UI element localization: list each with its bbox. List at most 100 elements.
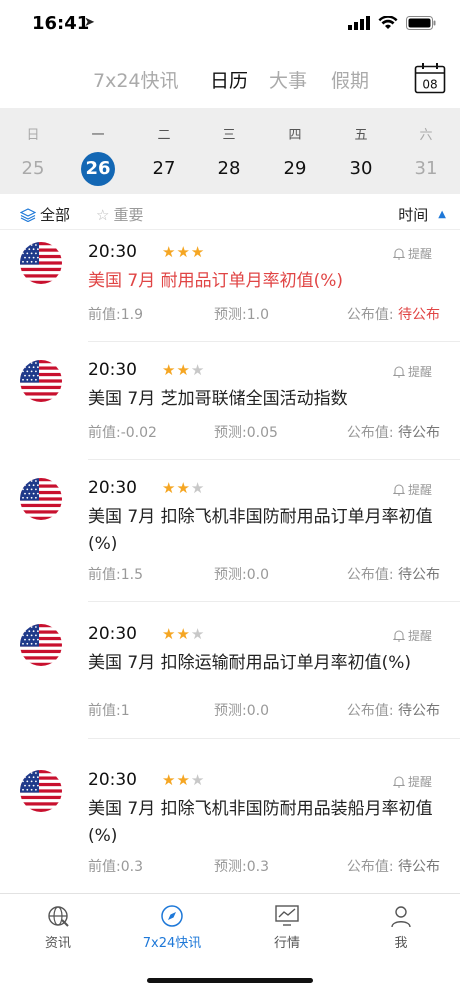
bell-icon	[392, 248, 405, 260]
day-number: 25	[21, 158, 45, 179]
publish-label: 公布值:	[346, 307, 394, 323]
event-values: 前值:1.5 预测:0.0 公布值: 待公布	[88, 564, 440, 584]
weekday-label: 二	[157, 128, 171, 143]
day-number: 29	[283, 158, 307, 179]
publish-status: 待公布	[398, 703, 440, 719]
sort-time[interactable]: 时间 ▲	[398, 204, 446, 225]
bottom-tab-news[interactable]: 资讯	[12, 904, 104, 951]
remind-label: 提醒	[407, 365, 432, 379]
sort-label: 时间	[398, 206, 429, 224]
remind-button[interactable]: 提醒	[392, 481, 432, 498]
divider	[88, 341, 460, 342]
publish-label: 公布值:	[346, 567, 394, 583]
previous-label: 前值:	[88, 859, 121, 875]
tab-calendar[interactable]: 日历	[210, 66, 248, 93]
us-flag-icon	[20, 478, 62, 520]
star-icon: ★	[176, 479, 191, 497]
sort-arrow-icon: ▲	[438, 209, 446, 220]
event-values: 前值:1.9 预测:1.0 公布值: 待公布	[88, 304, 440, 324]
previous-label: 前值:	[88, 425, 121, 441]
forecast-label: 预测:	[214, 307, 247, 323]
star-icon: ★	[176, 771, 191, 789]
importance-stars: ★★★	[162, 771, 205, 789]
bottom-tab-7x24[interactable]: 7x24快讯	[126, 904, 218, 951]
tab-7x24[interactable]: 7x24快讯	[93, 66, 179, 93]
publish-value: 公布值: 待公布	[347, 422, 440, 442]
day-number: 28	[217, 158, 241, 179]
weekday-label: 四	[288, 128, 302, 143]
forecast-label: 预测:	[214, 425, 247, 441]
event-values: 前值:-0.02 预测:0.05 公布值: 待公布	[88, 422, 440, 442]
forecast-number: 0.0	[246, 703, 269, 719]
previous-number: -0.02	[120, 425, 157, 441]
event-time: 20:30	[88, 360, 137, 380]
star-icon: ★	[190, 479, 206, 497]
filter-important[interactable]: ☆ 重要	[96, 204, 143, 225]
filter-all[interactable]: 全部	[20, 204, 70, 225]
filter-important-label: 重要	[113, 206, 144, 224]
top-nav: 7x24快讯 日历 大事 假期	[0, 60, 460, 100]
previous-number: 0.3	[120, 859, 143, 875]
us-flag-icon	[20, 770, 62, 812]
remind-button[interactable]: 提醒	[392, 363, 432, 380]
importance-stars: ★★★	[162, 243, 205, 261]
bell-icon	[392, 630, 405, 642]
wifi-icon	[378, 16, 398, 29]
forecast-number: 0.0	[246, 567, 269, 583]
event-time: 20:30	[88, 770, 137, 790]
previous-value: 前值:-0.02	[88, 425, 157, 441]
bottom-tab-me[interactable]: 我	[355, 904, 447, 951]
remind-button[interactable]: 提醒	[392, 245, 432, 262]
star-icon: ★	[162, 625, 177, 643]
weekday-label: 六	[419, 128, 433, 143]
previous-label: 前值:	[88, 567, 121, 583]
event-title: 美国 7月 扣除运输耐用品订单月率初值(%)	[88, 653, 412, 673]
publish-value: 公布值: 待公布	[347, 304, 440, 324]
publish-status: 待公布	[398, 307, 440, 323]
previous-number: 1.5	[120, 567, 143, 583]
weekday-label: 日	[26, 128, 40, 143]
remind-label: 提醒	[407, 775, 432, 789]
star-icon: ★	[190, 243, 206, 261]
tab-holidays[interactable]: 假期	[331, 66, 369, 93]
event-title: 美国 7月 扣除飞机非国防耐用品装船月率初值(%)	[88, 799, 433, 846]
bottom-tab-label: 资讯	[44, 936, 71, 951]
publish-status: 待公布	[398, 425, 440, 441]
forecast-label: 预测:	[214, 859, 247, 875]
forecast-label: 预测:	[214, 703, 247, 719]
weekday-label: 五	[354, 128, 368, 143]
remind-button[interactable]: 提醒	[392, 773, 432, 790]
remind-label: 提醒	[407, 483, 432, 497]
previous-value: 前值:1.9	[88, 307, 143, 323]
calendar-icon-day: 08	[422, 78, 437, 92]
tab-major-events[interactable]: 大事	[269, 66, 307, 93]
bottom-tab-market[interactable]: 行情	[241, 904, 333, 951]
event-time: 20:30	[88, 478, 137, 498]
calendar-icon[interactable]: 08	[414, 62, 446, 94]
layers-icon	[20, 207, 36, 222]
forecast-value: 预测:0.3	[214, 856, 269, 876]
publish-value: 公布值: 待公布	[347, 856, 440, 876]
event-values: 前值:1 预测:0.0 公布值: 待公布	[88, 700, 440, 720]
star-outline-icon: ☆	[96, 205, 110, 224]
weekday-label: 一	[91, 128, 105, 143]
compass-icon	[161, 905, 183, 927]
forecast-number: 0.05	[246, 425, 278, 441]
remind-button[interactable]: 提醒	[392, 627, 432, 644]
home-indicator	[147, 978, 313, 983]
bell-icon	[392, 484, 405, 496]
week-bar: 日 25 一 26 二 27 三 28 四 29 五 30 六 31	[0, 108, 460, 194]
bottom-tab-label: 我	[394, 936, 408, 951]
us-flag-icon	[20, 360, 62, 402]
event-title: 美国 7月 耐用品订单月率初值(%)	[88, 271, 344, 291]
divider	[88, 459, 460, 460]
remind-label: 提醒	[407, 629, 432, 643]
previous-value: 前值:1	[88, 703, 130, 719]
bottom-tab-label: 7x24快讯	[142, 936, 202, 951]
remind-label: 提醒	[407, 247, 432, 261]
bell-icon	[392, 366, 405, 378]
previous-label: 前值:	[88, 703, 121, 719]
globe-icon	[48, 906, 69, 927]
previous-value: 前值:1.5	[88, 567, 143, 583]
monitor-chart-icon	[275, 905, 299, 926]
